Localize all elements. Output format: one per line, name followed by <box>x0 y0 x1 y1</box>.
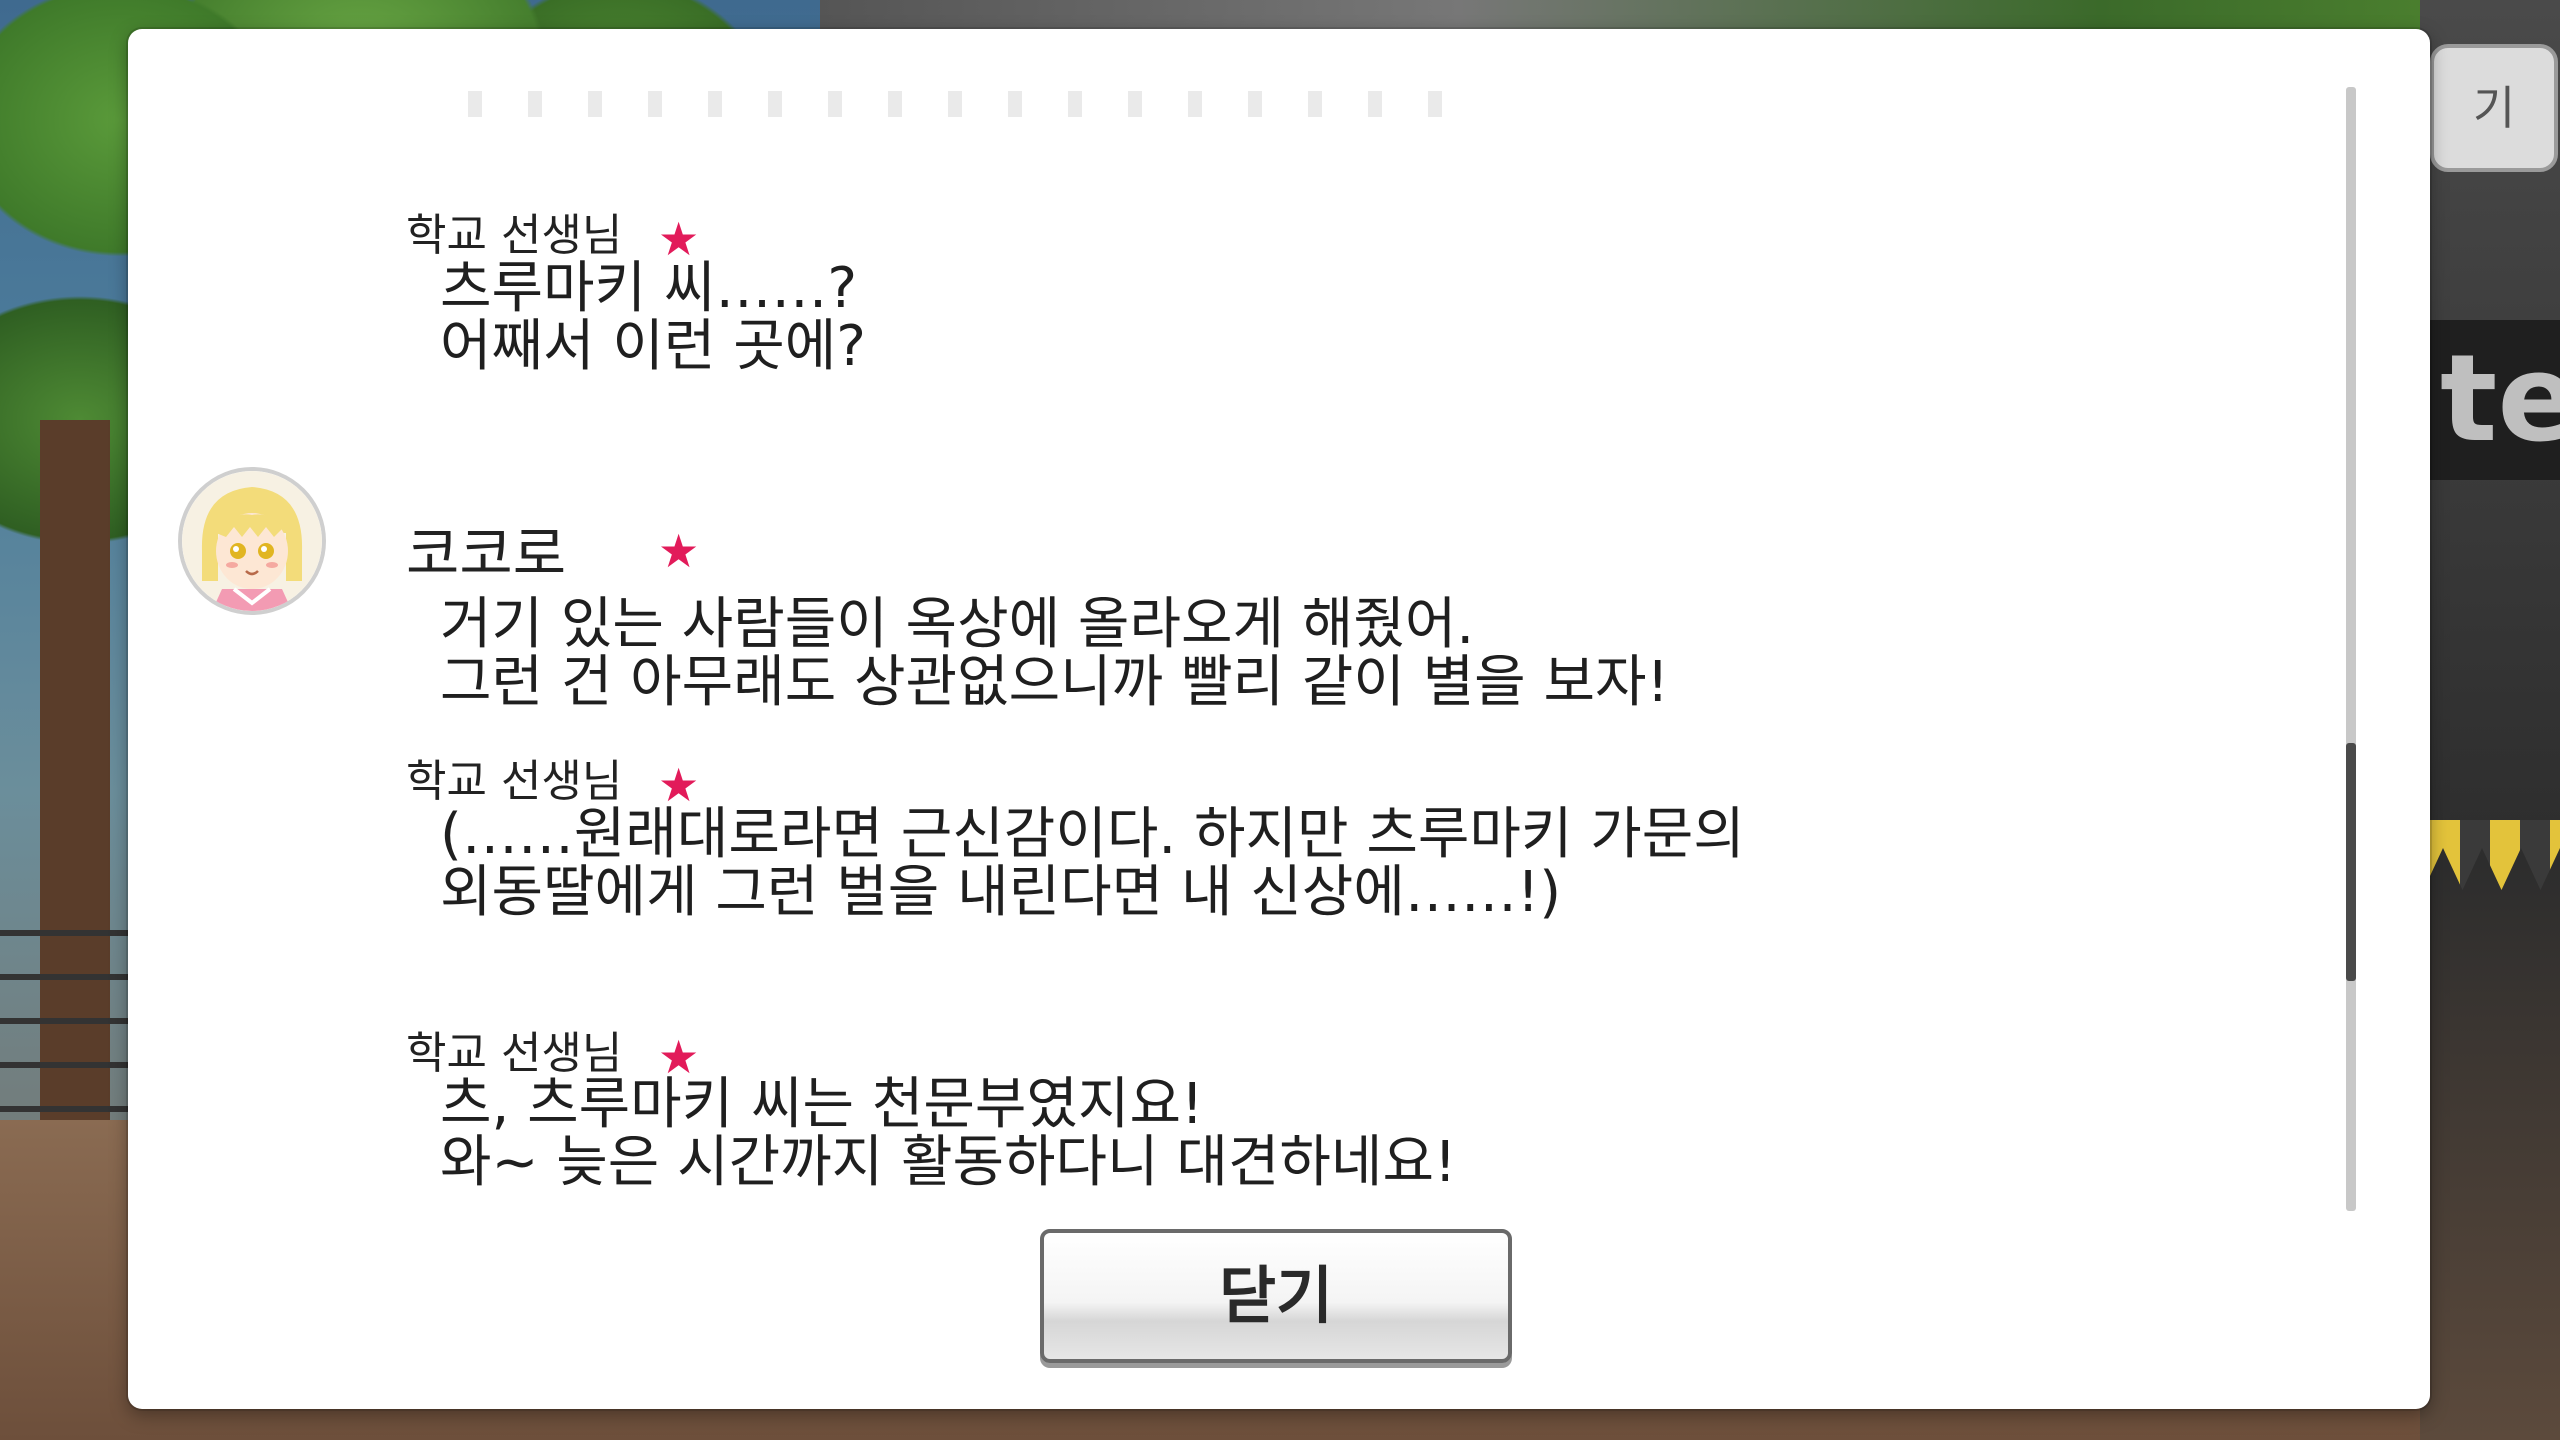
dialogue-line: 와~ 늦은 시간까지 활동하다니 대견하네요! <box>440 1130 1457 1195</box>
voice-star-icon[interactable]: ★ <box>658 216 702 262</box>
dialogue-log-panel: 학교 선생님 ★ 츠루마키 씨……? 어째서 이런 곳에? 코코로 ★ 거기 있… <box>128 29 2430 1409</box>
dialogue-line: 츠루마키 씨……? <box>440 256 858 321</box>
background-building <box>2420 0 2560 1440</box>
speaker-name: 학교 선생님 <box>406 210 623 261</box>
close-button-label: 닫기 <box>1218 1259 1334 1332</box>
dialogue-line: (……원래대로라면 근신감이다. 하지만 츠루마키 가문의 <box>440 802 1745 867</box>
dialogue-line: 그런 건 아무래도 상관없으니까 빨리 같이 별을 보자! <box>440 650 1669 715</box>
dialogue-line: 거기 있는 사람들이 옥상에 올라오게 해줬어. <box>440 592 1475 657</box>
close-button[interactable]: 닫기 <box>1040 1229 1512 1363</box>
log-scrollbar[interactable] <box>2346 87 2356 1211</box>
background-sign: te <box>2430 320 2560 480</box>
voice-star-icon[interactable]: ★ <box>658 762 702 808</box>
background-skip-button: 기 <box>2430 44 2558 172</box>
log-scrollbar-thumb[interactable] <box>2346 743 2356 981</box>
game-scene: te 기 학교 선생님 ★ 츠루마키 씨……? 어째서 이런 곳에? 코코로 ★… <box>0 0 2560 1440</box>
voice-star-icon[interactable]: ★ <box>658 528 702 574</box>
dialogue-log-list[interactable]: 학교 선생님 ★ 츠루마키 씨……? 어째서 이런 곳에? 코코로 ★ 거기 있… <box>128 69 2358 1229</box>
dialogue-line: 외동딸에게 그런 벌을 내린다면 내 신상에……!) <box>440 860 1562 925</box>
dialogue-line: 츠, 츠루마키 씨는 천문부였지요! <box>440 1072 1204 1137</box>
character-portrait-icon <box>182 471 322 611</box>
scrolled-text-remnant <box>468 91 1468 117</box>
speaker-name: 학교 선생님 <box>406 756 623 807</box>
speaker-name: 코코로 <box>406 520 567 588</box>
kokoro-avatar <box>178 467 326 615</box>
dialogue-line: 어째서 이런 곳에? <box>440 314 866 379</box>
